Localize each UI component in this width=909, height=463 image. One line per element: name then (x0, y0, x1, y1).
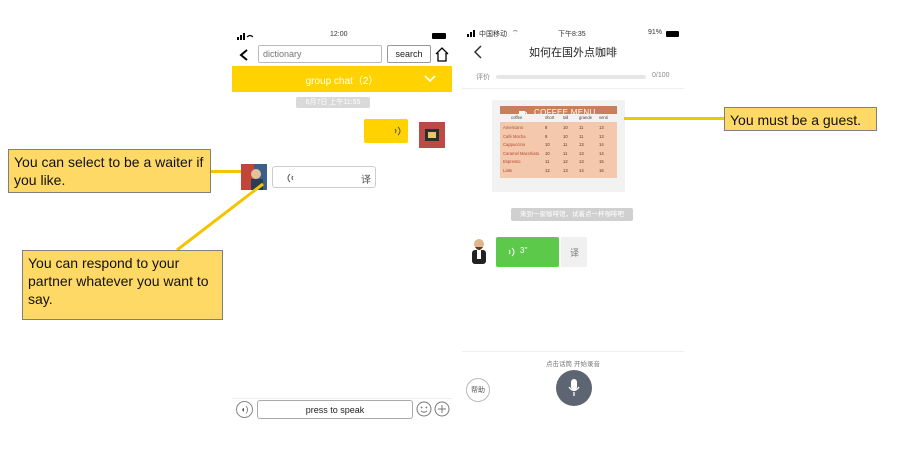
menu-price: 10 (563, 125, 568, 130)
status-time: 12:00 (330, 31, 348, 38)
translate-button[interactable]: 译 (561, 237, 587, 267)
leader-line (208, 170, 241, 173)
menu-item-name: Americano (503, 125, 524, 130)
callout-waiter: You can select to be a waiter if you lik… (8, 149, 211, 193)
menu-price: 12 (563, 159, 568, 164)
emoji-icon[interactable] (416, 401, 432, 417)
callout-respond: You can respond to your partner whatever… (22, 250, 223, 320)
divider (462, 88, 684, 89)
help-button[interactable]: 帮助 (466, 378, 490, 402)
rating-row: 评价 0/100 (462, 70, 684, 84)
home-icon[interactable] (434, 45, 450, 63)
voice-toggle-icon[interactable]: ◖) (236, 401, 253, 418)
rating-label: 评价 (476, 74, 490, 81)
menu-column-header: grande (579, 115, 593, 120)
menu-price: 11 (563, 150, 568, 156)
menu-price: 10 (545, 150, 550, 156)
menu-card[interactable]: COFFEE MENU coffee short tall grande venti Am… (492, 100, 625, 192)
signal-icon (467, 30, 477, 37)
menu-price: 9 (545, 133, 548, 139)
microphone-button[interactable] (556, 370, 592, 406)
menu-price: 11 (579, 125, 584, 130)
menu-item-name: Latte (503, 167, 513, 173)
menu-price: 14 (579, 167, 584, 173)
dictionary-input[interactable] (258, 45, 382, 63)
divider (462, 351, 684, 352)
rating-value: 0/100 (652, 72, 670, 79)
voice-message-bubble[interactable]: 3'' (496, 237, 559, 267)
group-chat-title: group chat（2） (305, 76, 379, 87)
voice-wave-icon (507, 246, 517, 258)
menu-price: 13 (579, 159, 584, 164)
menu-column-header: venti (599, 115, 608, 120)
search-button[interactable]: search (387, 45, 431, 63)
group-chat-bar[interactable]: group chat（2） (232, 66, 452, 92)
menu-price: 14 (599, 142, 604, 147)
carrier-label: 中国移动 (479, 31, 507, 38)
menu-price: 12 (545, 167, 550, 173)
menu-price: 13 (579, 142, 584, 147)
menu-item-name: Café Mocha (503, 133, 526, 139)
waiter-avatar[interactable] (468, 237, 490, 265)
menu-item-name: Caramel Macchiato (503, 150, 540, 156)
leader-line (624, 117, 724, 120)
translate-label: 译 (570, 248, 580, 258)
voice-wave-icon (285, 172, 297, 184)
voice-wave-icon (392, 125, 404, 137)
record-hint: 点击话筒 开始录音 (545, 360, 601, 368)
incoming-voice-bubble[interactable]: 译 (272, 166, 376, 188)
status-bar: 中国移动 ⌔ 下午8:35 91% (462, 28, 684, 40)
menu-price: 11 (579, 133, 584, 139)
menu-price: 13 (599, 125, 604, 130)
menu-price: 11 (545, 159, 550, 164)
timestamp-chip: 6月7日 上午11:55 (296, 97, 370, 108)
status-bar: 12:00 (232, 30, 452, 42)
menu-item-name: Cappuccino (503, 142, 526, 147)
menu-price: 11 (563, 142, 568, 147)
menu-price: 15 (599, 159, 604, 164)
menu-price: 16 (599, 167, 604, 173)
my-avatar[interactable] (419, 122, 445, 148)
menu-price: 10 (563, 133, 568, 139)
menu-price: 14 (599, 150, 604, 156)
translate-button[interactable]: 译 (361, 171, 371, 186)
menu-price: 13 (579, 150, 584, 156)
menu-table: coffee short tall grande venti Americano 8 10 11… (500, 114, 617, 178)
chevron-down-icon[interactable] (424, 75, 436, 83)
menu-price: 8 (545, 125, 548, 130)
menu-column-header: tall (563, 115, 569, 120)
callout-guest: You must be a guest. (724, 107, 877, 131)
outgoing-voice-bubble[interactable] (364, 119, 408, 143)
rating-progress-bar (496, 75, 646, 79)
menu-column-header: coffee (511, 115, 523, 120)
menu-price: 13 (563, 167, 568, 173)
press-to-speak-button[interactable]: press to speak (257, 400, 413, 419)
microphone-icon (567, 378, 581, 398)
system-message: 来到一家咖啡馆，试着点一杯咖啡吧 (511, 208, 633, 221)
back-icon[interactable] (238, 48, 250, 62)
battery-percent: 91% (648, 29, 663, 36)
voice-duration: 3'' (520, 246, 528, 255)
menu-price: 10 (545, 142, 550, 147)
wifi-icon: ⌔ (512, 30, 519, 37)
signal-icon (237, 32, 253, 40)
menu-price: 13 (599, 133, 604, 139)
nav-title: 如何在国外点咖啡 (529, 46, 617, 59)
battery-icon (432, 33, 446, 39)
input-bar: ◖) press to speak (232, 398, 452, 420)
menu-column-header: short (545, 115, 555, 120)
status-time: 下午8:35 (558, 31, 586, 38)
plus-icon[interactable] (434, 401, 450, 417)
right-phone-screen: 中国移动 ⌔ 下午8:35 91% 如何在国外点咖啡 评价 0/100 COFF… (462, 24, 684, 422)
menu-item-name: Espresso (503, 159, 521, 164)
battery-icon (666, 31, 679, 37)
left-phone-screen: 12:00 search group chat（2） 6月7日 上午11:55 … (232, 30, 452, 422)
